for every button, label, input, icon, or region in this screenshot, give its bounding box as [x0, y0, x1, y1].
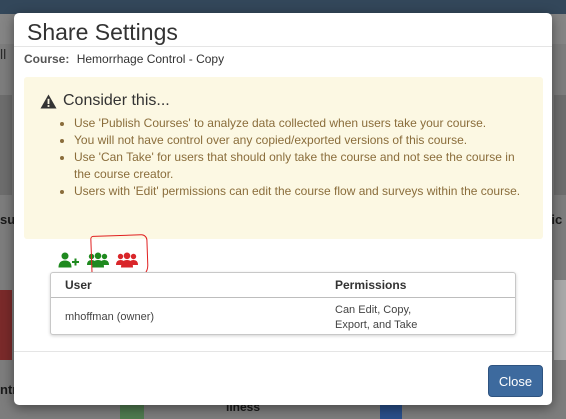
consider-item: Use 'Can Take' for users that should onl…: [74, 149, 534, 183]
background-tile: [554, 280, 566, 360]
background-tile: [0, 95, 12, 195]
share-settings-dialog: Share Settings Course: Hemorrhage Contro…: [14, 13, 552, 405]
course-name: Hemorrhage Control - Copy: [76, 52, 225, 66]
consider-title: Consider this...: [40, 92, 170, 110]
consider-alert: Consider this... Use 'Publish Courses' t…: [24, 77, 543, 239]
column-header-permissions: Permissions: [335, 278, 407, 292]
background-checkbox: [380, 405, 402, 419]
background-topbar: [0, 0, 566, 14]
permissions-cell: Can Edit, Copy, Export, and Take: [335, 304, 418, 331]
table-row[interactable]: mhoffman (owner) Can Edit, Copy, Export,…: [51, 298, 515, 333]
modal-header: Share Settings: [14, 13, 552, 47]
background-text: ll: [0, 46, 7, 62]
consider-item: Use 'Publish Courses' to analyze data co…: [74, 115, 534, 132]
user-cell: mhoffman (owner): [65, 311, 155, 323]
course-label: Course:: [24, 52, 70, 66]
modal-title: Share Settings: [27, 19, 178, 45]
column-header-user: User: [65, 278, 92, 292]
course-info: Course: Hemorrhage Control - Copy: [24, 52, 224, 66]
warning-icon: [40, 94, 57, 108]
consider-item: Users with 'Edit' permissions can edit t…: [74, 183, 534, 200]
background-tile: [120, 405, 144, 419]
consider-title-text: Consider this...: [63, 92, 170, 109]
permissions-table: User Permissions mhoffman (owner) Can Ed…: [50, 272, 516, 335]
consider-item: You will not have control over any copie…: [74, 132, 534, 149]
close-button[interactable]: Close: [488, 365, 543, 397]
modal-footer: Close: [14, 351, 552, 405]
consider-list: Use 'Publish Courses' to analyze data co…: [74, 115, 534, 200]
table-header: User Permissions: [51, 273, 515, 298]
add-user-icon[interactable]: [58, 252, 80, 268]
background-card-title: su: [0, 212, 16, 227]
background-tile: [554, 95, 566, 195]
background-tile: [0, 290, 12, 360]
